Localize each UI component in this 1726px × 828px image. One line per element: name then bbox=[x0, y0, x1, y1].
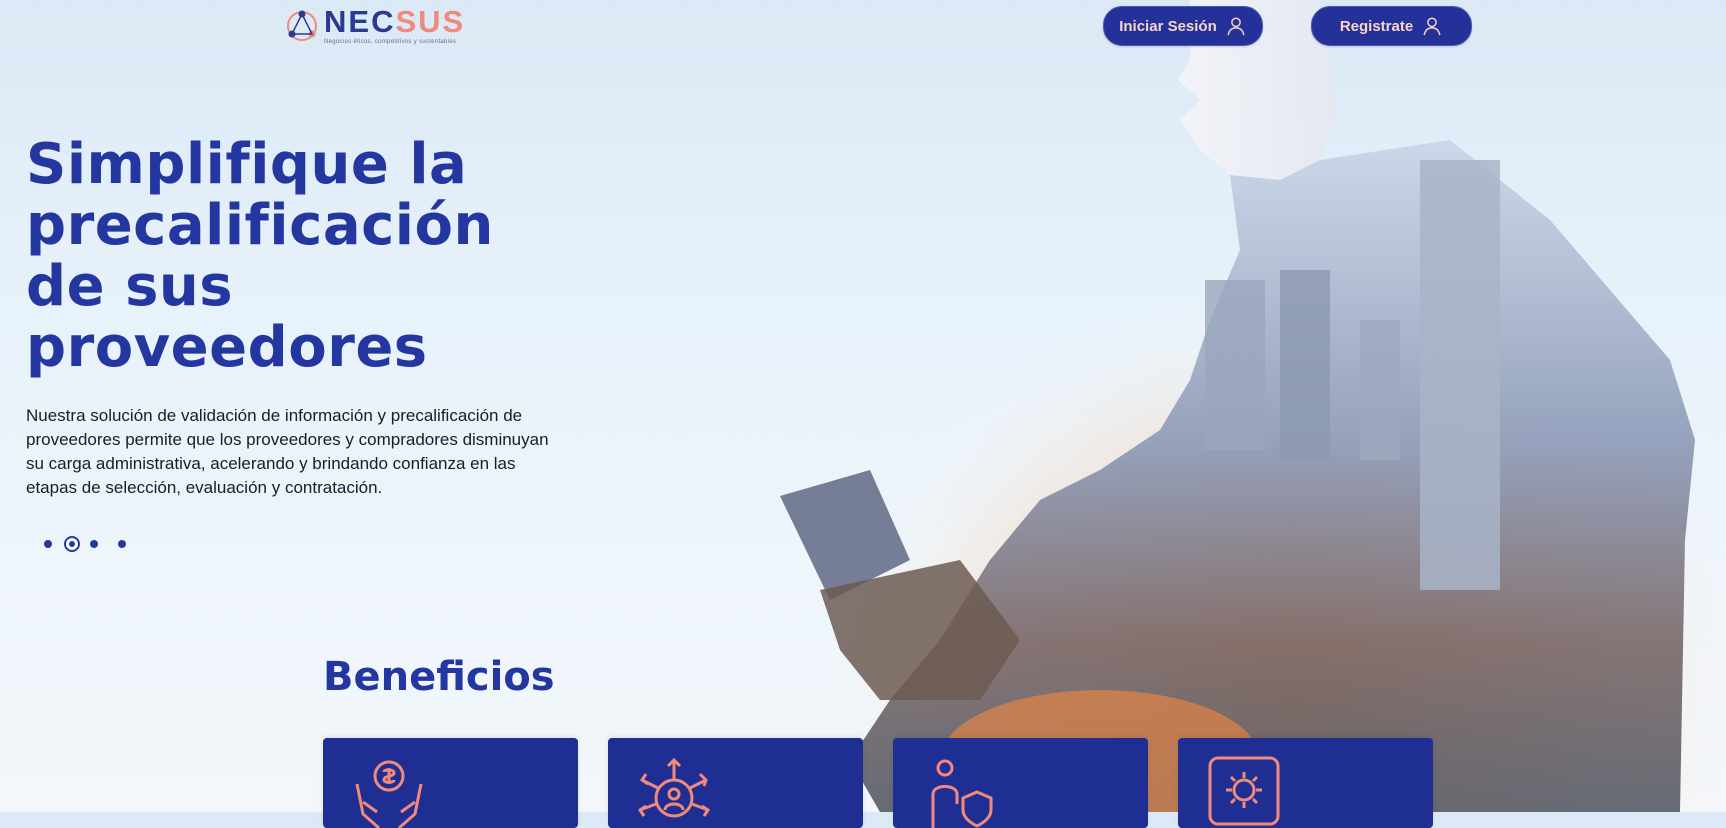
benefits-title: Beneficios bbox=[323, 654, 555, 700]
carousel-indicators bbox=[44, 536, 141, 552]
user-icon bbox=[1423, 17, 1441, 36]
site-logo[interactable]: NECSUS Negocios éticos, competitivos y s… bbox=[284, 6, 465, 45]
hero-title: Simplifique la precalificación de sus pr… bbox=[26, 132, 494, 380]
logo-molecule-icon bbox=[287, 10, 317, 41]
login-button[interactable]: Iniciar Sesión bbox=[1103, 6, 1263, 46]
logo-wordmark: NECSUS bbox=[324, 4, 466, 39]
login-button-label: Iniciar Sesión bbox=[1119, 17, 1217, 35]
benefit-card-2[interactable] bbox=[608, 738, 863, 828]
gear-screen-icon bbox=[1208, 756, 1280, 826]
carousel-dot-1[interactable] bbox=[44, 540, 52, 548]
logo-tagline: Negocios éticos, competitivos y sustenta… bbox=[324, 39, 457, 45]
register-button-label: Registrate bbox=[1339, 17, 1414, 35]
hero-description: Nuestra solución de validación de inform… bbox=[26, 406, 549, 497]
carousel-dot-4[interactable] bbox=[118, 540, 126, 548]
benefit-card-3[interactable] bbox=[893, 738, 1148, 828]
hero-background-image bbox=[760, 0, 1726, 812]
carousel-dot-3[interactable] bbox=[90, 540, 98, 548]
benefit-card-4[interactable] bbox=[1178, 738, 1433, 828]
carousel-dot-2[interactable] bbox=[64, 536, 80, 552]
person-shield-icon bbox=[931, 759, 993, 828]
money-hands-icon bbox=[355, 760, 423, 828]
network-people-icon bbox=[637, 757, 711, 818]
benefit-card-1[interactable] bbox=[323, 738, 578, 828]
register-button[interactable]: Registrate bbox=[1311, 6, 1472, 46]
user-icon bbox=[1227, 17, 1245, 36]
